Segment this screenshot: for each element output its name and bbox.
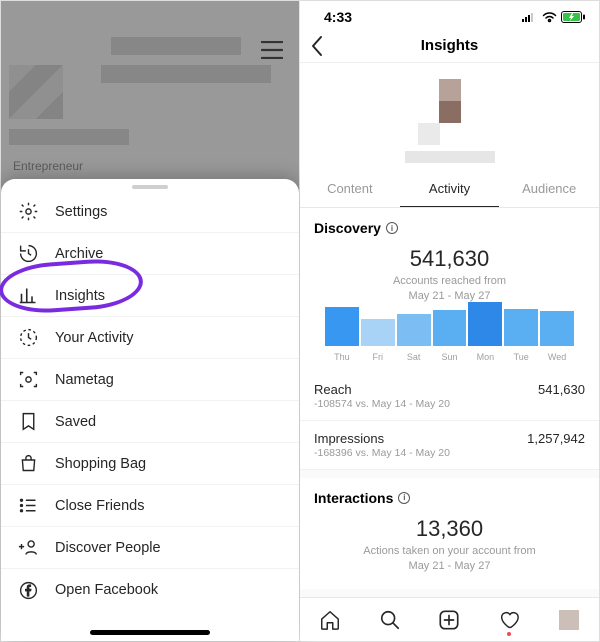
phone-right-insights: 4:33 Insights Cont [300,1,599,641]
menu-item-label: Saved [55,414,96,430]
reach-row[interactable]: Reach 541,630 [300,372,599,397]
avatar-thumbnail [559,610,579,630]
menu-item-label: Your Activity [55,330,133,346]
chart-bar: Sat [397,314,431,362]
menu-item-nametag[interactable]: Nametag [1,359,299,401]
tab-activity[interactable]: Activity [400,171,500,207]
home-indicator[interactable] [90,630,210,635]
status-icons [522,11,585,23]
menu-item-label: Open Facebook [55,582,158,598]
discovery-subtitle: Accounts reached from May 21 - May 27 [314,274,585,304]
chart-bar-label: Sun [442,352,458,362]
menu-item-label: Shopping Bag [55,456,146,472]
chart-bar-label: Fri [373,352,384,362]
discovery-total: 541,630 [314,246,585,272]
chart-bar-label: Sat [407,352,421,362]
menu-item-insights[interactable]: Insights [1,275,299,317]
activity-heart-icon[interactable] [497,608,521,632]
section-heading: Discovery i [314,220,585,236]
impressions-row[interactable]: Impressions 1,257,942 [300,421,599,446]
sheet-grabber[interactable] [132,185,168,189]
reach-change: -108574 vs. May 14 - May 20 [300,397,599,421]
menu-item-bookmark[interactable]: Saved [1,401,299,443]
bottom-sheet-menu: Settings Archive Insights Your Activity Name… [1,179,299,641]
back-button[interactable] [310,35,324,62]
tab-audience[interactable]: Audience [499,171,599,207]
bookmark-icon [17,411,39,433]
page-header: Insights [300,29,599,63]
gear-icon [17,201,39,223]
menu-icon[interactable] [261,41,283,64]
chart-bar: Sun [433,310,467,362]
menu-item-bag[interactable]: Shopping Bag [1,443,299,485]
impressions-label: Impressions [314,431,384,446]
discovery-section: Discovery i 541,630 Accounts reached fro… [300,208,599,372]
archive-icon [17,243,39,265]
battery-charging-icon [561,11,585,23]
chart-bar-label: Thu [334,352,350,362]
discovery-bar-chart: Thu Fri Sat Sun Mon Tue Wed [314,304,585,362]
phone-left-menu: Entrepreneur 3:45 SettingsArchiveInsight… [1,1,300,641]
profile-summary [300,63,599,171]
reach-label: Reach [314,382,352,397]
bottom-tab-bar [300,597,599,641]
reach-value: 541,630 [538,382,585,397]
add-post-icon[interactable] [437,608,461,632]
chart-bar: Mon [468,302,502,362]
page-title: Insights [421,37,479,54]
list-icon [17,495,39,517]
pixelated-username [405,151,495,163]
menu-item-adduser[interactable]: Discover People [1,527,299,569]
menu-item-label: Nametag [55,372,114,388]
chart-bar-label: Wed [548,352,566,362]
menu-item-archive[interactable]: Archive [1,233,299,275]
menu-item-label: Settings [55,204,107,220]
interactions-subtitle: Actions taken on your account from May 2… [314,544,585,574]
impressions-value: 1,257,942 [527,431,585,446]
bag-icon [17,453,39,475]
discovery-label: Discovery [314,220,381,236]
menu-item-list[interactable]: Close Friends [1,485,299,527]
pixelated-avatar [418,79,482,143]
status-bar: 4:33 [300,1,599,29]
nametag-icon [17,369,39,391]
menu-item-activity[interactable]: Your Activity [1,317,299,359]
menu-item-label: Archive [55,246,103,262]
signal-icon [522,12,538,22]
facebook-icon [17,579,39,601]
menu-item-facebook[interactable]: Open Facebook [1,569,299,611]
interactions-section: Interactions i 13,360 Actions taken on y… [300,478,599,590]
profile-tab[interactable] [557,608,581,632]
info-icon[interactable]: i [386,222,398,234]
interactions-total: 13,360 [314,516,585,542]
status-time: 4:33 [324,9,352,25]
menu-item-label: Close Friends [55,498,144,514]
wifi-icon [542,12,557,23]
menu-item-gear[interactable]: Settings [1,191,299,233]
insights-icon [17,285,39,307]
chart-bar-label: Mon [477,352,495,362]
chart-bar: Fri [361,319,395,362]
tab-content[interactable]: Content [300,171,400,207]
adduser-icon [17,537,39,559]
insights-tabs: Content Activity Audience [300,171,599,208]
activity-icon [17,327,39,349]
impressions-change: -168396 vs. May 14 - May 20 [300,446,599,470]
home-icon[interactable] [318,608,342,632]
section-heading: Interactions i [314,490,585,506]
chart-bar: Thu [325,307,359,362]
search-icon[interactable] [378,608,402,632]
chart-bar: Tue [504,309,538,362]
interactions-label: Interactions [314,490,393,506]
chart-bar: Wed [540,311,574,362]
menu-item-label: Insights [55,288,105,304]
chart-bar-label: Tue [514,352,529,362]
info-icon[interactable]: i [398,492,410,504]
menu-item-label: Discover People [55,540,161,556]
insights-scroll[interactable]: Content Activity Audience Discovery i 54… [300,63,599,597]
